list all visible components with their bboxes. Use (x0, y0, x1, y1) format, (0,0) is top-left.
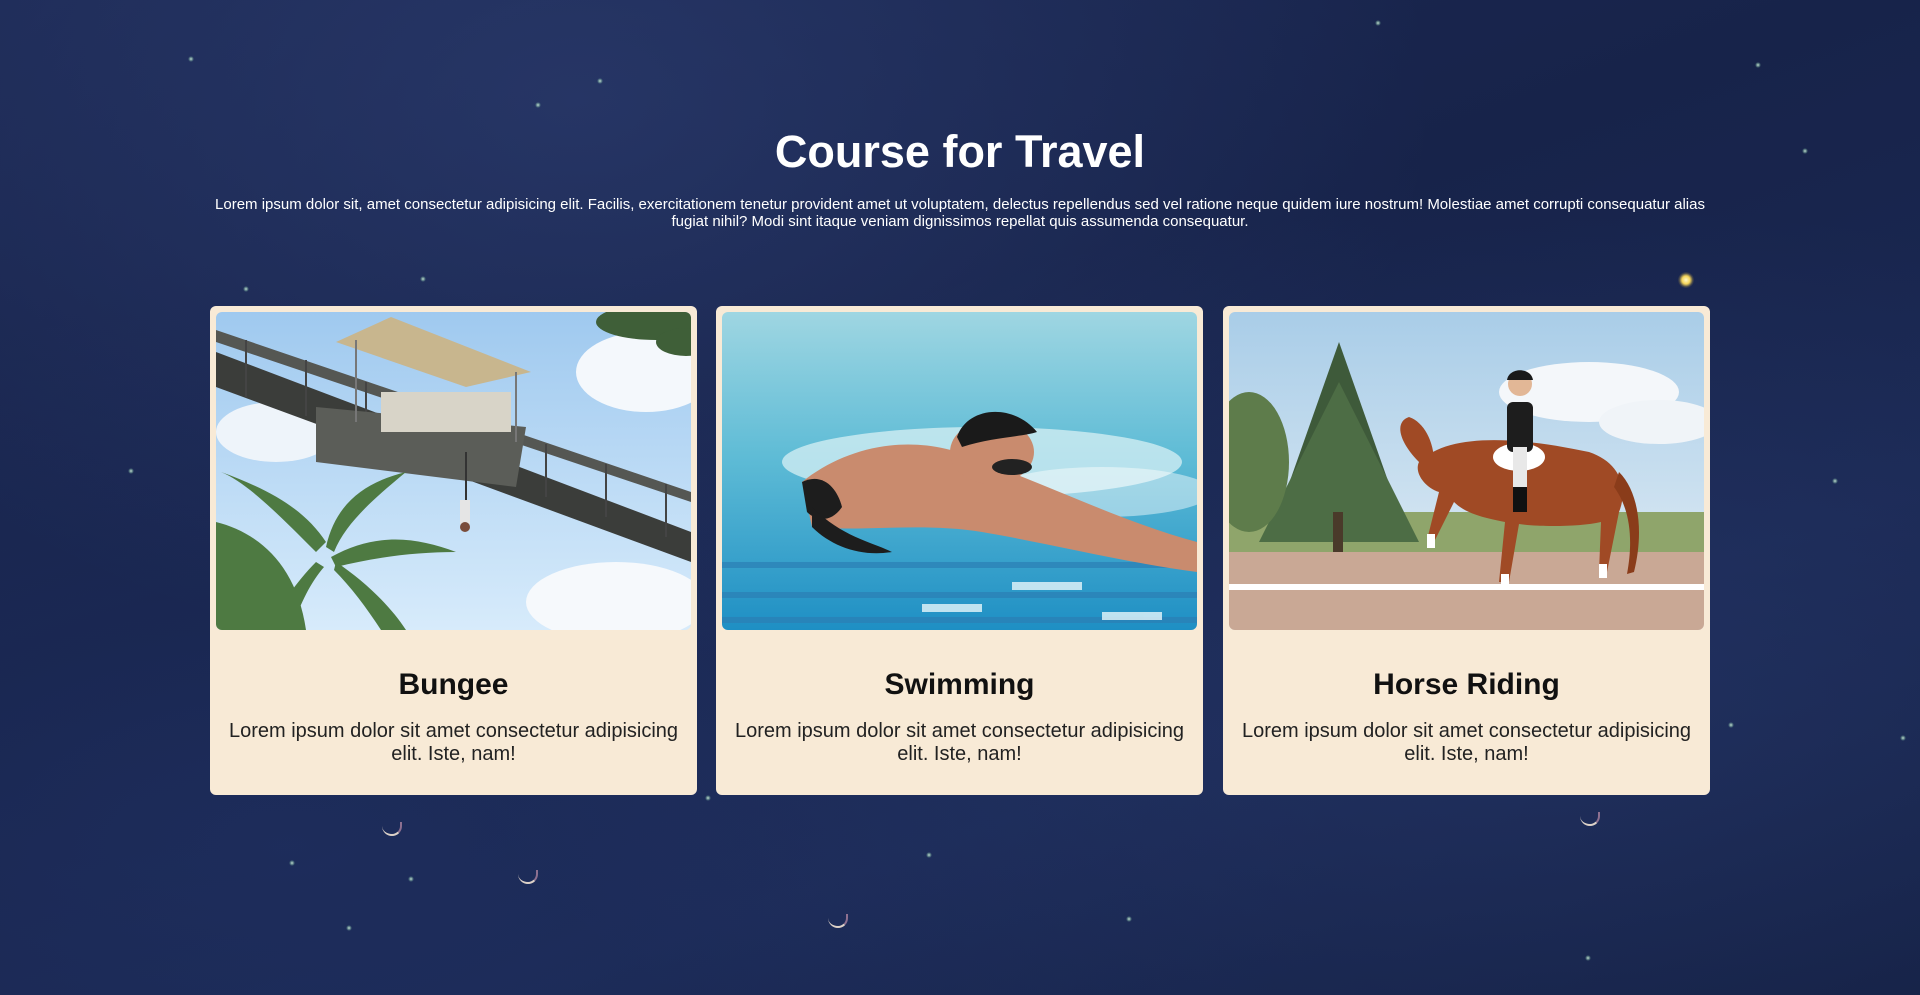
section-title: Course for Travel (774, 126, 1146, 177)
bungee-image (216, 312, 691, 630)
course-card-text: Lorem ipsum dolor sit amet consectetur a… (734, 720, 1185, 765)
course-card-title: Horse Riding (1373, 668, 1560, 701)
swimming-image (722, 312, 1197, 630)
section-description: Lorem ipsum dolor sit, amet consectetur … (215, 196, 1705, 230)
course-cards: Bungee Lorem ipsum dolor sit amet consec… (210, 306, 1710, 796)
course-section: Course for Travel Lorem ipsum dolor sit,… (0, 0, 1920, 995)
course-card-text: Lorem ipsum dolor sit amet consectetur a… (1241, 720, 1692, 765)
course-card-swimming[interactable]: Swimming Lorem ipsum dolor sit amet cons… (716, 306, 1203, 795)
course-card-horse-riding[interactable]: Horse Riding Lorem ipsum dolor sit amet … (1223, 306, 1710, 795)
course-card-title: Swimming (884, 668, 1035, 701)
course-card-bungee[interactable]: Bungee Lorem ipsum dolor sit amet consec… (210, 306, 697, 795)
course-card-title: Bungee (398, 668, 509, 701)
horse-riding-image (1229, 312, 1704, 630)
course-card-text: Lorem ipsum dolor sit amet consectetur a… (228, 720, 679, 765)
